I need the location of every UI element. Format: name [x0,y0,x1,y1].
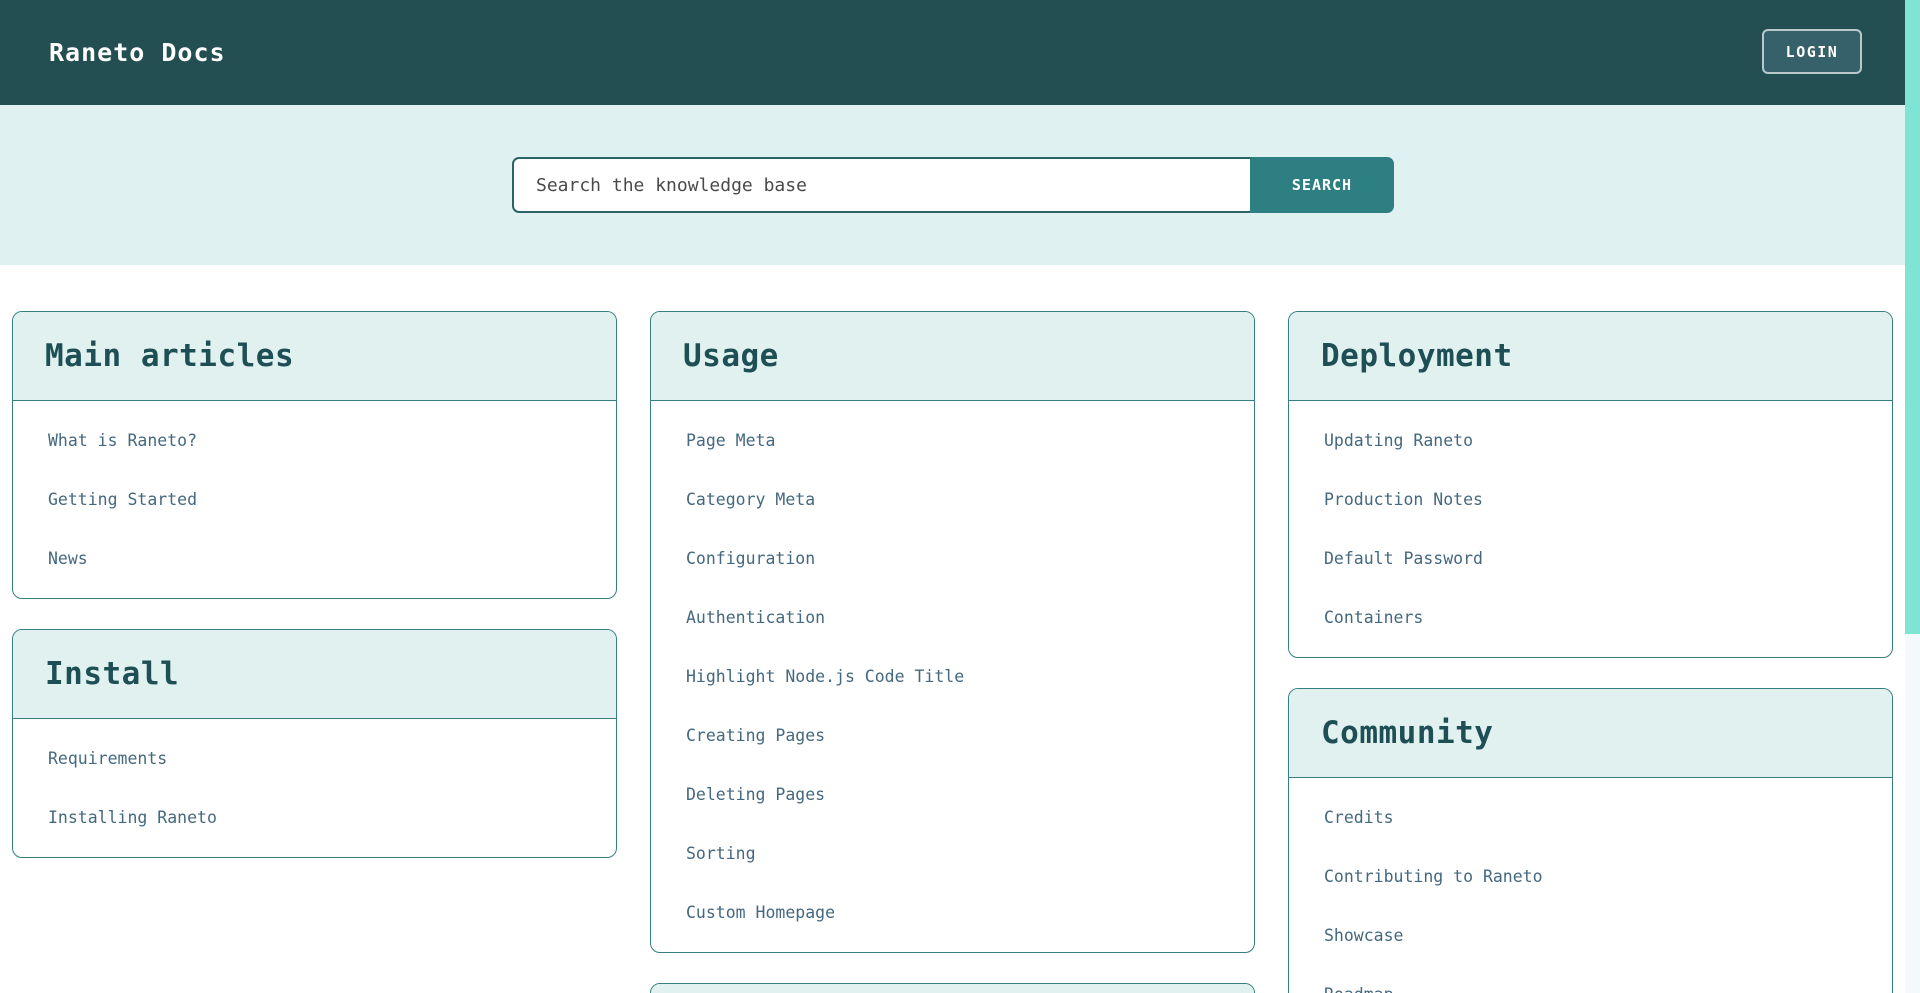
article-link[interactable]: Contributing to Raneto [1289,847,1892,906]
article-link[interactable]: Showcase [1289,906,1892,965]
article-link[interactable]: Roadmap [1289,965,1892,993]
scrollbar-thumb[interactable] [1905,0,1920,634]
list-item: Getting Started [13,470,616,529]
site-title: Raneto Docs [49,38,226,67]
article-link[interactable]: Creating Pages [651,706,1254,765]
category-header: Deployment [1289,312,1892,401]
article-link[interactable]: What is Raneto? [13,411,616,470]
article-link[interactable]: Deleting Pages [651,765,1254,824]
list-item: Credits [1289,788,1892,847]
list-item: Updating Raneto [1289,411,1892,470]
article-link[interactable]: Sorting [651,824,1254,883]
category-grid: Main articles What is Raneto? Getting St… [0,265,1920,993]
list-item: What is Raneto? [13,411,616,470]
article-link[interactable]: Highlight Node.js Code Title [651,647,1254,706]
article-link[interactable]: Requirements [13,729,616,788]
category-title: Install [45,656,584,692]
article-link[interactable]: Installing Raneto [13,788,616,847]
search-form: SEARCH [512,157,1394,213]
list-item: Requirements [13,729,616,788]
list-item: Default Password [1289,529,1892,588]
article-link[interactable]: Credits [1289,788,1892,847]
article-list: Updating Raneto Production Notes Default… [1289,401,1892,657]
list-item: News [13,529,616,588]
article-list: Page Meta Category Meta Configuration Au… [651,401,1254,952]
list-item: Custom Homepage [651,883,1254,942]
article-link[interactable]: Page Meta [651,411,1254,470]
article-link[interactable]: Configuration [651,529,1254,588]
article-link[interactable]: Updating Raneto [1289,411,1892,470]
category-header: Community [1289,689,1892,778]
article-link[interactable]: Getting Started [13,470,616,529]
list-item: Sorting [651,824,1254,883]
category-card-install: Install Requirements Installing Raneto [12,629,617,858]
login-button[interactable]: LOGIN [1762,29,1862,74]
category-card-community: Community Credits Contributing to Raneto… [1288,688,1893,993]
category-title: Community [1321,715,1860,751]
category-header: Install [13,630,616,719]
list-item: Showcase [1289,906,1892,965]
column-1: Main articles What is Raneto? Getting St… [12,311,617,993]
article-link[interactable]: Containers [1289,588,1892,647]
column-3: Deployment Updating Raneto Production No… [1288,311,1893,993]
category-card-partial [650,983,1255,993]
category-title: Main articles [45,338,584,374]
article-link[interactable]: Category Meta [651,470,1254,529]
page-scrollbar[interactable] [1905,0,1920,993]
category-header: Usage [651,312,1254,401]
list-item: Creating Pages [651,706,1254,765]
list-item: Highlight Node.js Code Title [651,647,1254,706]
list-item: Production Notes [1289,470,1892,529]
category-card-usage: Usage Page Meta Category Meta Configurat… [650,311,1255,953]
article-list: Credits Contributing to Raneto Showcase … [1289,778,1892,993]
article-link[interactable]: Custom Homepage [651,883,1254,942]
list-item: Contributing to Raneto [1289,847,1892,906]
app-header: Raneto Docs LOGIN [0,0,1920,105]
list-item: Roadmap [1289,965,1892,993]
category-title: Deployment [1321,338,1860,374]
article-link[interactable]: News [13,529,616,588]
category-title: Usage [683,338,1222,374]
search-hero: SEARCH [0,105,1920,265]
column-2: Usage Page Meta Category Meta Configurat… [650,311,1255,993]
list-item: Authentication [651,588,1254,647]
search-button[interactable]: SEARCH [1250,157,1394,213]
article-list: Requirements Installing Raneto [13,719,616,857]
category-card-deployment: Deployment Updating Raneto Production No… [1288,311,1893,658]
category-header: Main articles [13,312,616,401]
list-item: Page Meta [651,411,1254,470]
article-link[interactable]: Authentication [651,588,1254,647]
search-input[interactable] [512,157,1250,213]
list-item: Configuration [651,529,1254,588]
list-item: Deleting Pages [651,765,1254,824]
category-card-main-articles: Main articles What is Raneto? Getting St… [12,311,617,599]
list-item: Containers [1289,588,1892,647]
article-link[interactable]: Default Password [1289,529,1892,588]
article-list: What is Raneto? Getting Started News [13,401,616,598]
list-item: Category Meta [651,470,1254,529]
article-link[interactable]: Production Notes [1289,470,1892,529]
list-item: Installing Raneto [13,788,616,847]
category-header [651,984,1254,993]
